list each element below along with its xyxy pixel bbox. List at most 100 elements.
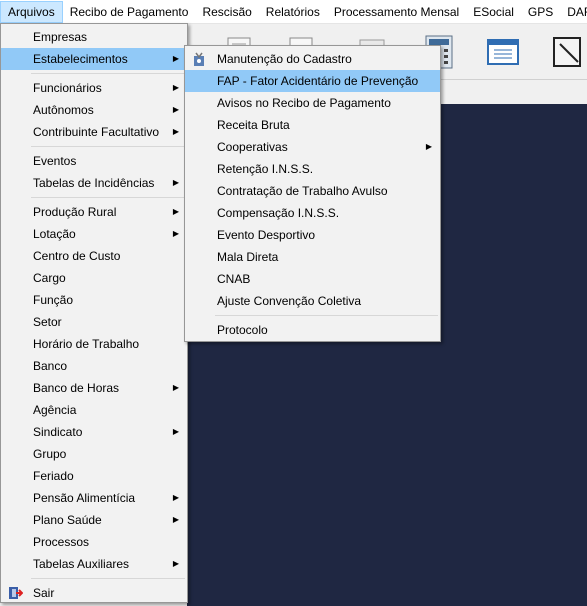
menu-item-label: Sindicato: [33, 425, 83, 439]
menu-item-centro-de-custo[interactable]: Centro de Custo: [1, 245, 187, 267]
menu-item-agencia[interactable]: Agência: [1, 399, 187, 421]
window-list-icon[interactable]: [484, 32, 524, 72]
menu-item-label: Processos: [33, 535, 90, 549]
menu-item-label: Protocolo: [217, 323, 268, 337]
exit-icon: [9, 587, 23, 599]
menu-separator: [31, 73, 185, 74]
menu-darf[interactable]: DARF: [560, 1, 587, 23]
maintenance-icon: [194, 52, 204, 66]
menu-item-grupo[interactable]: Grupo: [1, 443, 187, 465]
menu-item-label: Manutenção do Cadastro: [217, 52, 352, 66]
menu-item-contratacao-trabalho-avulso[interactable]: Contratação de Trabalho Avulso: [185, 180, 440, 202]
menu-item-retencao-inss[interactable]: Retenção I.N.S.S.: [185, 158, 440, 180]
menu-item-label: Ajuste Convenção Coletiva: [217, 294, 362, 308]
submenu-arrow-icon: ▶: [172, 383, 179, 392]
menu-item-mala-direta[interactable]: Mala Direta: [185, 246, 440, 268]
menu-arquivos[interactable]: Arquivos: [0, 0, 63, 23]
menu-item-compensacao-inss[interactable]: Compensação I.N.S.S.: [185, 202, 440, 224]
menu-item-sindicato[interactable]: Sindicato ▶: [1, 421, 187, 443]
menu-item-avisos-no-recibo[interactable]: Avisos no Recibo de Pagamento: [185, 92, 440, 114]
menu-rescisao[interactable]: Rescisão: [195, 1, 258, 23]
menu-item-banco-de-horas[interactable]: Banco de Horas ▶: [1, 377, 187, 399]
menu-item-autonomos[interactable]: Autônomos ▶: [1, 99, 187, 121]
menu-item-label: CNAB: [217, 272, 251, 286]
menu-item-protocolo[interactable]: Protocolo: [185, 319, 440, 341]
submenu-arrow-icon: ▶: [172, 229, 179, 238]
menu-item-label: Retenção I.N.S.S.: [217, 162, 314, 176]
menu-item-label: Empresas: [33, 30, 88, 44]
menu-item-lotacao[interactable]: Lotação ▶: [1, 223, 187, 245]
menu-item-processos[interactable]: Processos: [1, 531, 187, 553]
menu-item-empresas[interactable]: Empresas: [1, 26, 187, 48]
menu-separator: [31, 146, 185, 147]
menu-item-receita-bruta[interactable]: Receita Bruta: [185, 114, 440, 136]
submenu-arrow-icon: ▶: [172, 105, 179, 114]
menu-item-funcionarios[interactable]: Funcionários ▶: [1, 77, 187, 99]
menu-separator: [31, 578, 185, 579]
menu-item-label: Cargo: [33, 271, 66, 285]
menu-item-plano-saude[interactable]: Plano Saúde ▶: [1, 509, 187, 531]
submenu-arrow-icon: ▶: [172, 515, 179, 524]
menu-item-label: Plano Saúde: [33, 513, 102, 527]
menu-item-label: Evento Desportivo: [217, 228, 316, 242]
menu-relatorios[interactable]: Relatórios: [259, 1, 327, 23]
menu-item-label: Pensão Alimentícia: [33, 491, 136, 505]
menu-item-producao-rural[interactable]: Produção Rural ▶: [1, 201, 187, 223]
menu-item-horario-de-trabalho[interactable]: Horário de Trabalho: [1, 333, 187, 355]
menu-item-tabelas-de-incidencias[interactable]: Tabelas de Incidências ▶: [1, 172, 187, 194]
menu-item-setor[interactable]: Setor: [1, 311, 187, 333]
menu-item-label: Banco de Horas: [33, 381, 120, 395]
estabelecimentos-submenu: Manutenção do Cadastro FAP - Fator Acide…: [184, 45, 441, 342]
menu-item-contribuinte-facultativo[interactable]: Contribuinte Facultativo ▶: [1, 121, 187, 143]
submenu-arrow-icon: ▶: [172, 559, 179, 568]
submenu-arrow-icon: ▶: [172, 54, 179, 63]
menu-item-label: Eventos: [33, 154, 77, 168]
menu-item-label: Compensação I.N.S.S.: [217, 206, 340, 220]
menu-item-label: Feriado: [33, 469, 74, 483]
menu-item-funcao[interactable]: Função: [1, 289, 187, 311]
menu-item-label: Banco: [33, 359, 68, 373]
menu-recibo-de-pagamento[interactable]: Recibo de Pagamento: [63, 1, 196, 23]
menu-item-eventos[interactable]: Eventos: [1, 150, 187, 172]
menu-item-sair[interactable]: Sair: [1, 582, 187, 604]
menu-gps[interactable]: GPS: [521, 1, 560, 23]
submenu-arrow-icon: ▶: [172, 427, 179, 436]
menu-processamento-mensal[interactable]: Processamento Mensal: [327, 1, 466, 23]
menu-item-label: Mala Direta: [217, 250, 279, 264]
menu-item-estabelecimentos[interactable]: Estabelecimentos ▶: [1, 48, 187, 70]
menubar: Arquivos Recibo de Pagamento Rescisão Re…: [0, 0, 587, 24]
menu-item-cnab[interactable]: CNAB: [185, 268, 440, 290]
menu-item-fap[interactable]: FAP - Fator Acidentário de Prevenção: [185, 70, 440, 92]
submenu-arrow-icon: ▶: [172, 493, 179, 502]
menu-item-label: Contratação de Trabalho Avulso: [217, 184, 388, 198]
menu-item-label: Lotação: [33, 227, 76, 241]
menu-item-label: Contribuinte Facultativo: [33, 125, 160, 139]
menu-item-pensao-alimenticia[interactable]: Pensão Alimentícia ▶: [1, 487, 187, 509]
menu-item-manutencao-do-cadastro[interactable]: Manutenção do Cadastro: [185, 48, 440, 70]
menu-item-label: Produção Rural: [33, 205, 117, 219]
menu-item-cooperativas[interactable]: Cooperativas ▶: [185, 136, 440, 158]
menu-separator: [31, 197, 185, 198]
arquivos-dropdown: Empresas Estabelecimentos ▶ Funcionários ▶…: [0, 23, 188, 603]
menu-item-banco[interactable]: Banco: [1, 355, 187, 377]
menu-item-label: Tabelas Auxiliares: [33, 557, 130, 571]
menu-item-tabelas-auxiliares[interactable]: Tabelas Auxiliares ▶: [1, 553, 187, 575]
edit-icon[interactable]: [548, 32, 587, 72]
submenu-arrow-icon: ▶: [172, 207, 179, 216]
menu-item-evento-desportivo[interactable]: Evento Desportivo: [185, 224, 440, 246]
menu-item-label: Centro de Custo: [33, 249, 121, 263]
menu-item-label: Avisos no Recibo de Pagamento: [217, 96, 391, 110]
menu-separator: [215, 315, 438, 316]
menu-item-feriado[interactable]: Feriado: [1, 465, 187, 487]
submenu-arrow-icon: ▶: [172, 178, 179, 187]
menu-item-label: Estabelecimentos: [33, 52, 128, 66]
menu-item-label: Cooperativas: [217, 140, 288, 154]
menu-item-ajuste-convencao-coletiva[interactable]: Ajuste Convenção Coletiva: [185, 290, 440, 312]
menu-item-label: Tabelas de Incidências: [33, 176, 155, 190]
menu-esocial[interactable]: ESocial: [466, 1, 521, 23]
menu-item-cargo[interactable]: Cargo: [1, 267, 187, 289]
menu-item-label: Sair: [33, 586, 55, 600]
menu-item-label: FAP - Fator Acidentário de Prevenção: [217, 74, 419, 88]
submenu-arrow-icon: ▶: [425, 142, 432, 151]
menu-item-label: Função: [33, 293, 74, 307]
